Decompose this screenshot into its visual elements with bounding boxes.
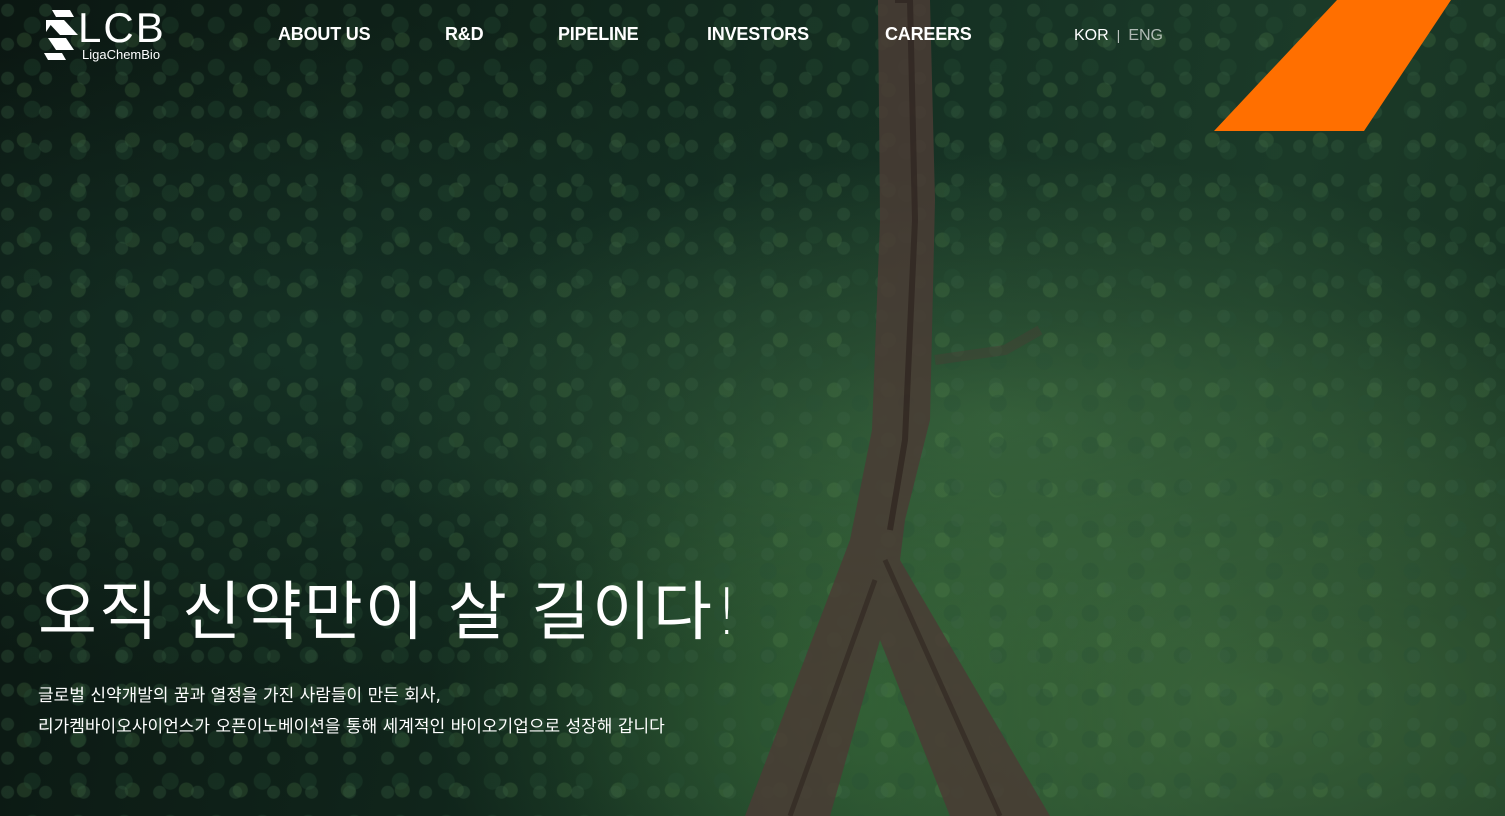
brand-logo[interactable]: LCB LigaChemBio <box>44 4 184 66</box>
nav-item-careers[interactable]: CAREERS <box>885 24 972 45</box>
hero-section: LCB LigaChemBio ABOUT US R&D PIPELINE IN… <box>0 0 1505 816</box>
hero-subline-1: 글로벌 신약개발의 꿈과 열정을 가진 사람들이 만든 회사, <box>38 686 441 706</box>
logo-subtext: LigaChemBio <box>82 47 161 62</box>
lang-kor-link[interactable]: KOR <box>1074 27 1109 44</box>
nav-item-pipeline[interactable]: PIPELINE <box>558 24 639 45</box>
orange-accent-shape <box>1214 0 1451 131</box>
hero-subline-2: 리가켐바이오사이언스가 오픈이노베이션을 통해 세계적인 바이오기업으로 성장해… <box>38 717 665 737</box>
lcb-logo-icon <box>44 10 78 60</box>
lang-separator: | <box>1116 27 1121 43</box>
language-switcher: KOR | ENG <box>1074 27 1163 45</box>
hero-headline: 오직 신약만이 살 길이다! <box>38 576 742 650</box>
logo-wordmark: LCB <box>78 4 166 51</box>
lang-eng-link[interactable]: ENG <box>1128 27 1163 44</box>
nav-item-rnd[interactable]: R&D <box>445 24 484 45</box>
top-navigation-bar: LCB LigaChemBio ABOUT US R&D PIPELINE IN… <box>0 0 1505 131</box>
nav-item-investors[interactable]: INVESTORS <box>707 24 809 45</box>
nav-item-about-us[interactable]: ABOUT US <box>278 24 371 45</box>
